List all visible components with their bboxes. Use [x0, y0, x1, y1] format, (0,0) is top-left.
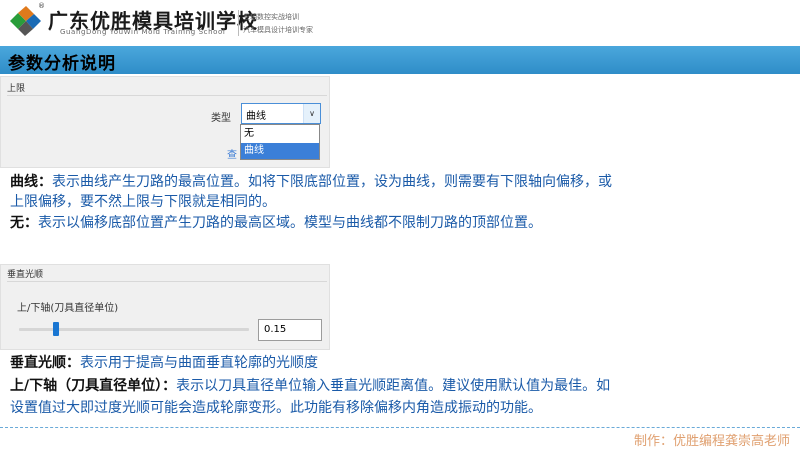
none-key: 无： — [10, 215, 38, 231]
smoothing-text: 表示用于提高与曲面垂直轮廓的光顺度 — [80, 355, 318, 371]
header: ® 广东优胜模具培训学校 GuangDong YouWin Mold Train… — [0, 0, 800, 42]
dropdown-option-none[interactable]: 无 — [241, 126, 319, 142]
dropdown-option-curve[interactable]: 曲线 — [241, 143, 319, 159]
title-bar: 参数分析说明 — [0, 46, 800, 74]
type-combobox[interactable]: 曲线 ∨ — [241, 103, 321, 124]
upper-limit-legend: 上限 — [7, 84, 26, 94]
header-divider — [238, 10, 239, 36]
chevron-down-icon[interactable]: ∨ — [303, 104, 320, 123]
smoothing-value-input[interactable]: 0.15 — [258, 319, 322, 341]
curve-text: 表示曲线产生刀路的最高位置。如将下限底部位置，设为曲线，则需要有下限轴向偏移，或 — [52, 174, 612, 190]
registered-mark: ® — [38, 2, 45, 10]
author-credit: 制作：优胜编程龚崇高老师 — [633, 434, 790, 449]
vertical-smoothing-panel: 垂直光顺 上/下轴(刀具直径单位) 0.15 — [0, 264, 330, 350]
type-label: 类型 — [211, 113, 231, 124]
school-name-english: GuangDong YouWin Mold Training School — [60, 28, 226, 36]
vertical-smoothing-legend: 垂直光顺 — [7, 270, 44, 280]
curve-key: 曲线： — [10, 174, 52, 190]
smoothing-description: 垂直光顺：表示用于提高与曲面垂直轮廓的光顺度 — [10, 353, 318, 373]
none-text: 表示以偏移底部位置产生刀路的最高区域。模型与曲线都不限制刀路的顶部位置。 — [38, 215, 542, 231]
partially-hidden-link[interactable]: 查 — [227, 146, 237, 161]
type-dropdown-list: 无 曲线 — [240, 124, 320, 160]
page-title: 参数分析说明 — [8, 54, 116, 74]
legend-divider — [7, 281, 327, 282]
school-logo-icon — [10, 6, 41, 36]
slogan-line-2: 汽车模具设计培训专家 — [243, 26, 313, 34]
type-selected-value: 曲线 — [246, 111, 266, 122]
curve-description-line2: 上限偏移，要不然上限与下限就是相同的。 — [10, 194, 276, 210]
smoothing-slider-thumb[interactable] — [53, 322, 59, 336]
legend-divider — [7, 95, 327, 96]
footer-divider — [0, 427, 800, 428]
axis-text: 表示以刀具直径单位输入垂直光顺距离值。建议使用默认值为最佳。如 — [176, 378, 611, 394]
none-description: 无：表示以偏移底部位置产生刀路的最高区域。模型与曲线都不限制刀路的顶部位置。 — [10, 213, 542, 233]
axis-description: 上/下轴（刀具直径单位）：表示以刀具直径单位输入垂直光顺距离值。建议使用默认值为… — [10, 376, 610, 396]
axis-label: 上/下轴(刀具直径单位) — [17, 303, 119, 314]
axis-description-line2: 设置值过大即过度光顺可能会造成轮廓变形。此功能有移除偏移内角造成振动的功能。 — [10, 400, 542, 416]
axis-key: 上/下轴（刀具直径单位）： — [10, 378, 177, 394]
slogan-line-1: 五轴数控实战培训 — [243, 13, 299, 21]
smoothing-key: 垂直光顺： — [10, 355, 80, 371]
curve-description: 曲线：表示曲线产生刀路的最高位置。如将下限底部位置，设为曲线，则需要有下限轴向偏… — [10, 172, 612, 192]
